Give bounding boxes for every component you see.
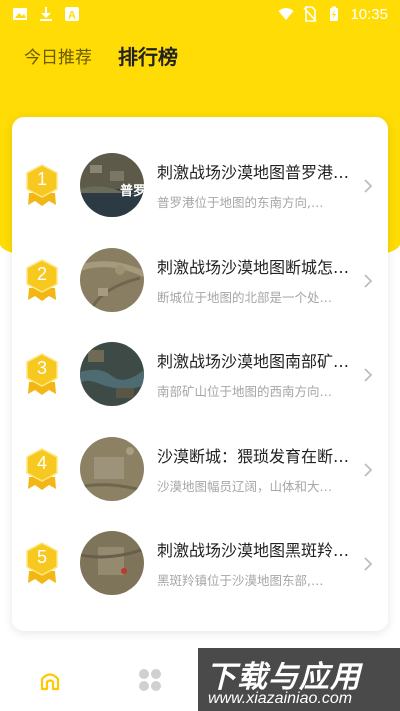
wifi-icon [278, 8, 294, 20]
rank-badge: 1 [24, 163, 60, 207]
svg-text:A: A [68, 10, 76, 22]
battery-icon [330, 6, 339, 21]
thumbnail [80, 342, 144, 406]
status-time: 10:35 [350, 5, 388, 23]
item-desc: 南部矿山位于地图的西南方向… [157, 384, 333, 399]
item-desc: 沙漠地图幅员辽阔，山体和大… [157, 478, 333, 494]
watermark-url: www.xiazainiao.com [208, 690, 353, 707]
item-title: 刺激战场沙漠地图黑斑羚… [157, 541, 350, 560]
rank-number: 2 [36, 263, 47, 284]
status-bar: A 10:35 [0, 0, 400, 28]
item-title: 刺激战场沙漠地图南部矿… [157, 352, 350, 371]
nav-apps[interactable] [100, 667, 200, 693]
rank-number: 3 [36, 358, 47, 378]
item-desc: 普罗港位于地图的东南方向,… [157, 195, 324, 210]
font-icon: A [65, 7, 79, 22]
rank-badge: 2 [24, 258, 60, 302]
rank-badge: 4 [24, 447, 60, 491]
watermark: 下载与应用 www.xiazainiao.com [198, 648, 400, 711]
svg-text:普罗: 普罗 [120, 183, 144, 199]
item-title: 刺激战场沙漠地图普罗港… [157, 163, 350, 182]
chevron-right-icon [364, 557, 373, 571]
no-sim-icon [303, 6, 318, 22]
thumbnail [80, 436, 144, 501]
download-icon [40, 7, 52, 21]
thumbnail [80, 247, 144, 312]
chevron-right-icon [364, 368, 373, 382]
list-item[interactable]: 2 刺激战场沙漠地图断城怎… 断城位于地图的北部是一个处… [12, 234, 388, 329]
list-item[interactable]: 1 普罗 刺激战场沙漠地图普罗港… 普罗港位于地图的东南方向,… [12, 139, 388, 234]
ranking-card: 1 普罗 刺激战场沙漠地图普罗港… 普罗港位于地图的东南方向,… 2 刺激战场沙… [12, 117, 388, 631]
list-item[interactable]: 4 沙漠断城：猥琐发育在断… 沙漠地图幅员辽阔，山体和大… [12, 423, 388, 518]
chevron-right-icon [364, 462, 373, 477]
rank-number: 5 [36, 547, 47, 567]
nav-home[interactable] [0, 668, 100, 692]
chevron-right-icon [364, 273, 373, 288]
chevron-right-icon [364, 179, 373, 193]
item-title: 沙漠断城：猥琐发育在断… [157, 446, 350, 466]
thumbnail [80, 531, 144, 595]
home-icon [40, 672, 60, 690]
tab-ranking[interactable]: 排行榜 [118, 41, 178, 70]
apps-icon [139, 668, 161, 691]
item-desc: 断城位于地图的北部是一个处… [157, 289, 333, 305]
rank-badge: 3 [24, 352, 60, 396]
top-tabs: 今日推荐 排行榜 [0, 38, 400, 72]
thumbnail: 普罗 [80, 153, 144, 217]
ranking-list: 1 普罗 刺激战场沙漠地图普罗港… 普罗港位于地图的东南方向,… 2 刺激战场沙… [12, 139, 388, 612]
item-desc: 黑斑羚镇位于沙漠地图东部,… [157, 573, 324, 588]
list-item[interactable]: 3 刺激战场沙漠地图南部矿… 南部矿山位于地图的西南方向… [12, 328, 388, 423]
item-title: 刺激战场沙漠地图断城怎… [157, 257, 350, 277]
image-icon [13, 8, 27, 20]
rank-badge: 5 [24, 541, 60, 585]
list-item[interactable]: 5 刺激战场沙漠地图黑斑羚… 黑斑羚镇位于沙漠地图东部,… [12, 517, 388, 612]
rank-number: 1 [36, 169, 47, 189]
rank-number: 4 [36, 452, 47, 473]
tab-today-recommend[interactable]: 今日推荐 [24, 43, 92, 68]
